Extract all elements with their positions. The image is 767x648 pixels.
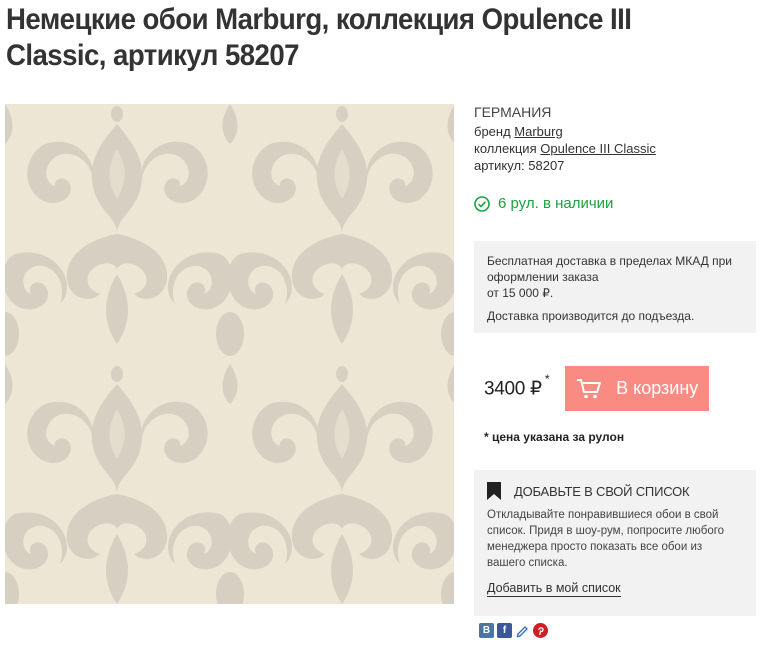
collection-row: коллекция Opulence III Classic [474,140,764,157]
stock-status: 6 рул. в наличии [474,195,613,212]
article-value: 58207 [528,158,565,173]
price-value: 3400 ₽ [484,378,542,400]
article-label: артикул: [474,158,525,173]
brand-label: бренд [474,124,511,139]
bookmark-icon [487,482,501,500]
add-to-list-link[interactable]: Добавить в мой список [487,581,621,597]
livejournal-icon[interactable] [515,623,530,638]
price-asterisk: * [544,372,550,386]
delivery-info: Бесплатная доставка в пределах МКАД при … [474,241,756,333]
wishlist-description: Откладывайте понравившиеся обои в свой с… [487,509,725,569]
damask-pattern-image [5,104,454,604]
wishlist-header: ДОБАВЬТЕ В СВОЙ СПИСОК [487,482,743,500]
check-circle-icon [474,195,490,212]
vk-icon[interactable]: В [479,623,494,638]
price: 3400 ₽ * [484,372,550,400]
brand-row: бренд Marburg [474,123,764,140]
collection-link[interactable]: Opulence III Classic [540,141,656,156]
share-buttons: В f [479,623,548,638]
page-title: Немецкие обои Marburg, коллекция Opulenc… [6,3,632,72]
wishlist-title: ДОБАВЬТЕ В СВОЙ СПИСОК [514,483,690,499]
article-row: артикул: 58207 [474,157,764,174]
price-row: 3400 ₽ * В корзину [484,366,710,411]
product-image[interactable] [5,104,454,604]
cart-button-label: В корзину [616,378,699,398]
product-meta: ГЕРМАНИЯ бренд Marburg коллекция Opulenc… [474,104,764,174]
stock-text: 6 рул. в наличии [498,195,614,212]
delivery-line-3: Доставка производится до подъезда. [487,309,695,323]
delivery-line-2: от 15 000 ₽. [487,286,554,300]
wishlist-box: ДОБАВЬТЕ В СВОЙ СПИСОК Откладывайте понр… [474,470,756,616]
add-to-cart-button[interactable]: В корзину [565,366,710,411]
delivery-line-1: Бесплатная доставка в пределах МКАД при … [487,254,732,284]
pinterest-icon[interactable] [533,623,548,638]
collection-label: коллекция [474,141,537,156]
price-note: * цена указана за рулон [484,430,625,444]
cart-icon [577,378,602,398]
facebook-icon[interactable]: f [497,623,512,638]
brand-link[interactable]: Marburg [514,124,562,139]
country-label: ГЕРМАНИЯ [474,104,552,120]
